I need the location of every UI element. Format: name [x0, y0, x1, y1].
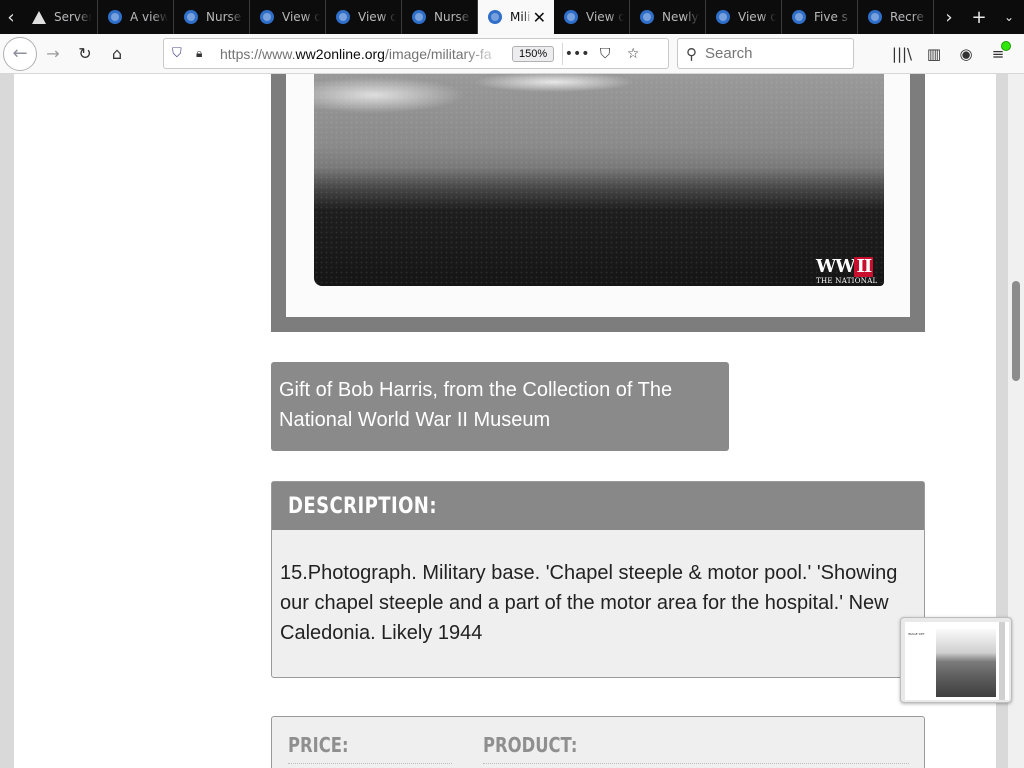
tab[interactable]: View o: [554, 0, 630, 34]
tab[interactable]: Nurse: [402, 0, 478, 34]
tab-scroll-right-button[interactable]: ›: [934, 0, 964, 34]
globe-icon: [640, 10, 654, 24]
tab-label: Five s: [814, 10, 848, 24]
scrollbar-thumb[interactable]: [1012, 281, 1020, 381]
globe-icon: [184, 10, 198, 24]
photo-frame: WW II THE NATIONAL: [271, 74, 925, 332]
page-content: WW II THE NATIONAL Gift of Bob Harris, fr…: [14, 74, 996, 768]
globe-icon: [260, 10, 274, 24]
arrow-left-icon: ←: [12, 43, 28, 64]
url-path: /image/military-fa: [384, 45, 492, 62]
tab[interactable]: View o: [250, 0, 326, 34]
tab-label: Newly: [662, 10, 699, 24]
navigation-toolbar: ← → ↻ ⌂ ⛉ 🔒︎ https://www.ww2online.org/i…: [0, 34, 1024, 74]
plus-icon: +: [971, 6, 987, 28]
globe-icon: [488, 10, 502, 24]
search-box[interactable]: ⚲: [677, 38, 854, 69]
watermark-ii: II: [854, 256, 874, 277]
tracking-protection-shield-icon[interactable]: ⛉: [172, 46, 190, 61]
tab[interactable]: View o: [706, 0, 782, 34]
new-tab-button[interactable]: +: [964, 0, 994, 34]
globe-icon: [108, 10, 122, 24]
description-header: DESCRIPTION:: [272, 482, 924, 530]
tab-scroll-left-button[interactable]: ‹: [0, 0, 22, 34]
chevron-left-icon: ‹: [7, 6, 15, 28]
reload-button[interactable]: ↻: [69, 38, 101, 70]
credit-text: Gift of Bob Harris, from the Collection …: [279, 379, 673, 431]
product-label: PRODUCT:: [483, 733, 578, 757]
globe-icon: [564, 10, 578, 24]
tab-label: View o: [738, 10, 776, 24]
description-text: 15.Photograph. Military base. 'Chapel st…: [280, 562, 898, 644]
price-panel: PRICE: PRODUCT:: [271, 716, 925, 768]
search-input[interactable]: [705, 45, 835, 62]
tab-label: Recre: [890, 10, 924, 24]
tab-label: Server: [54, 10, 92, 24]
tab[interactable]: Newly: [630, 0, 706, 34]
globe-icon: [336, 10, 350, 24]
page-thumbnail-preview[interactable]: IMAGE DET: [900, 617, 1012, 703]
home-button[interactable]: ⌂: [101, 38, 133, 70]
military-base-photograph[interactable]: [314, 74, 884, 286]
tab[interactable]: Recre: [858, 0, 934, 34]
thumbnail-photo: [936, 629, 996, 697]
credit-box: Gift of Bob Harris, from the Collection …: [271, 362, 729, 451]
url-text[interactable]: https://www.ww2online.org/image/military…: [220, 46, 506, 62]
warning-icon: [32, 10, 46, 24]
menu-button[interactable]: ≡: [982, 38, 1014, 70]
reload-icon: ↻: [78, 44, 92, 63]
pocket-icon[interactable]: ⛉: [591, 46, 619, 62]
thumbnail-scrollbar: [999, 622, 1005, 700]
chevron-down-icon: ⌄: [1003, 10, 1015, 24]
globe-icon: [412, 10, 426, 24]
forward-button[interactable]: →: [37, 38, 69, 70]
description-title: DESCRIPTION:: [288, 493, 437, 519]
update-badge-icon: [1001, 41, 1011, 51]
tab[interactable]: Five s: [782, 0, 858, 34]
watermark-ww: WW: [816, 256, 855, 277]
description-panel: DESCRIPTION: 15.Photograph. Military bas…: [271, 481, 925, 678]
url-bar[interactable]: ⛉ 🔒︎ https://www.ww2online.org/image/mil…: [163, 38, 669, 69]
arrow-right-icon: →: [46, 44, 60, 63]
page-viewport: WW II THE NATIONAL Gift of Bob Harris, fr…: [0, 74, 1024, 768]
tab[interactable]: View o: [326, 0, 402, 34]
sidebar-icon[interactable]: ▥: [918, 38, 950, 70]
tab-label: Mili: [510, 10, 531, 24]
bookmark-star-icon[interactable]: ☆: [619, 46, 647, 62]
home-icon: ⌂: [111, 44, 123, 63]
museum-watermark-logo: WW II THE NATIONAL: [816, 257, 878, 287]
back-button[interactable]: ←: [3, 36, 37, 71]
tab[interactable]: Nurse: [174, 0, 250, 34]
tab-label: View o: [282, 10, 320, 24]
product-divider: [483, 763, 909, 764]
tab-label: View o: [586, 10, 624, 24]
tab-label: Nurse: [206, 10, 242, 24]
tab-active[interactable]: Mili ✕: [478, 0, 554, 34]
zoom-level-button[interactable]: 150%: [512, 45, 555, 62]
search-icon: ⚲: [686, 45, 697, 63]
tab-list-menu-button[interactable]: ⌄: [994, 0, 1024, 34]
globe-icon: [716, 10, 730, 24]
tab-label: A view: [130, 10, 168, 24]
tab-label: View o: [358, 10, 396, 24]
tab-strip: ‹ Server A view Nurse View o View o Nurse Mili…: [0, 0, 1024, 34]
watermark-subtitle: THE NATIONAL: [816, 277, 878, 285]
globe-icon: [792, 10, 806, 24]
close-tab-icon[interactable]: ✕: [533, 8, 546, 27]
chevron-right-icon: ›: [945, 6, 953, 28]
price-label: PRICE:: [288, 733, 349, 757]
globe-icon: [868, 10, 882, 24]
account-icon[interactable]: ◉: [950, 38, 982, 70]
tab[interactable]: A view: [98, 0, 174, 34]
lock-icon[interactable]: 🔒︎: [196, 46, 212, 61]
page-actions-icon[interactable]: •••: [563, 46, 591, 62]
tab-label: Nurse: [434, 10, 470, 24]
tab-list: Server A view Nurse View o View o Nurse Mili ✕ V…: [22, 0, 934, 34]
tab[interactable]: Server: [22, 0, 98, 34]
price-divider: [288, 763, 452, 764]
photo-paper: WW II THE NATIONAL: [286, 74, 910, 317]
library-icon[interactable]: |||\: [886, 38, 918, 70]
url-host: ww2online.org: [295, 45, 385, 62]
thumbnail-heading: IMAGE DET: [908, 632, 925, 636]
